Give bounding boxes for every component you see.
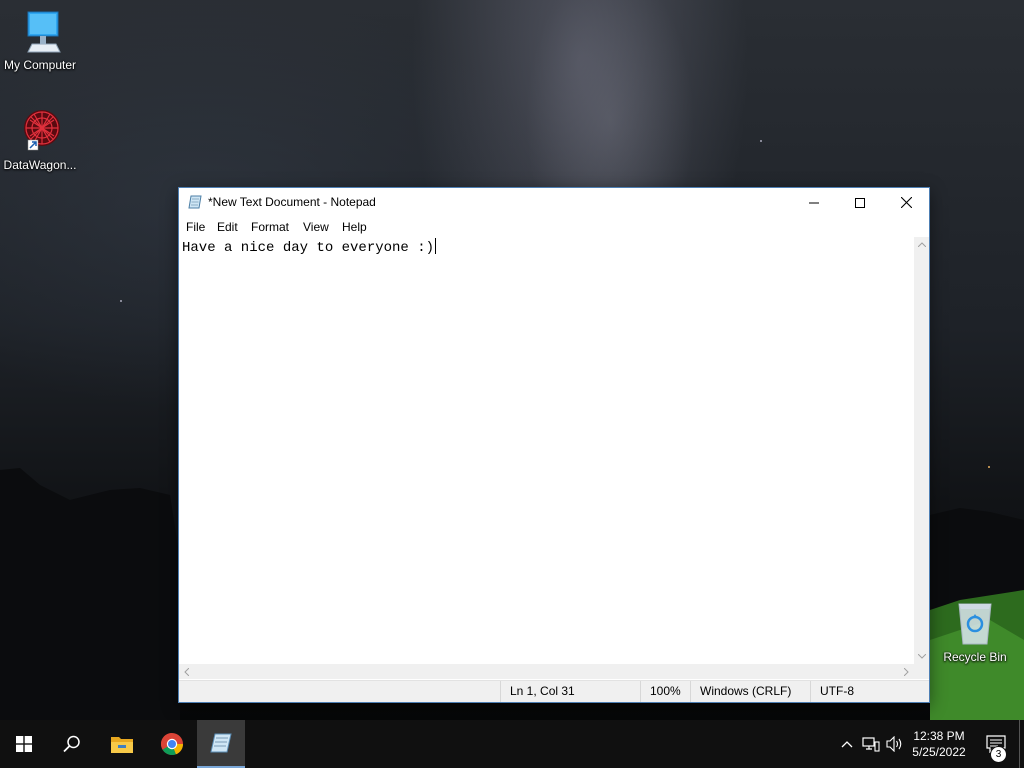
editor-content-line: Have a nice day to everyone :) bbox=[182, 238, 437, 257]
editor-text: Have a nice day to everyone :) bbox=[182, 240, 435, 256]
start-icon bbox=[16, 736, 32, 752]
show-hidden-icons-button[interactable] bbox=[837, 734, 857, 754]
notification-count-badge: 3 bbox=[990, 746, 1007, 763]
network-button[interactable] bbox=[861, 734, 881, 754]
status-bar: Ln 1, Col 31 100% Windows (CRLF) UTF-8 bbox=[179, 680, 929, 702]
datawagon-app-icon bbox=[24, 110, 60, 151]
menu-help[interactable]: Help bbox=[342, 220, 367, 234]
desktop-icon-my-computer[interactable]: My Computer bbox=[0, 8, 80, 72]
clock-date: 5/25/2022 bbox=[912, 745, 966, 759]
clock-time: 12:38 PM bbox=[913, 729, 965, 743]
chevron-right-icon bbox=[904, 667, 909, 676]
speaker-icon bbox=[886, 736, 902, 752]
taskbar-clock[interactable]: 12:38 PM 5/25/2022 bbox=[908, 728, 970, 760]
chevron-down-icon bbox=[917, 654, 926, 659]
minimize-button[interactable] bbox=[791, 188, 837, 217]
notepad-window: *New Text Document - Notepad File Edit F… bbox=[178, 187, 930, 703]
network-icon bbox=[862, 737, 880, 752]
menu-bar: File Edit Format View Help bbox=[179, 217, 929, 237]
file-explorer-icon bbox=[111, 737, 133, 753]
scroll-up-button[interactable] bbox=[914, 237, 929, 252]
scroll-right-button[interactable] bbox=[899, 664, 914, 679]
scroll-down-button[interactable] bbox=[914, 649, 929, 664]
computer-icon bbox=[27, 11, 61, 53]
status-encoding: UTF-8 bbox=[810, 681, 929, 702]
file-explorer-button[interactable] bbox=[98, 720, 146, 768]
maximize-icon bbox=[855, 197, 865, 208]
taskbar: 12:38 PM 5/25/2022 3 bbox=[0, 720, 1024, 768]
menu-format[interactable]: Format bbox=[251, 220, 289, 234]
start-button[interactable] bbox=[0, 720, 48, 768]
menu-edit[interactable]: Edit bbox=[217, 220, 238, 234]
notepad-icon bbox=[210, 733, 232, 753]
horizontal-scrollbar[interactable] bbox=[179, 664, 914, 679]
desktop-icon-label: DataWagon... bbox=[3, 158, 77, 172]
star bbox=[760, 140, 762, 142]
recycle-bin-icon bbox=[958, 603, 992, 645]
window-title: *New Text Document - Notepad bbox=[208, 195, 376, 209]
search-icon bbox=[63, 735, 80, 753]
search-button[interactable] bbox=[48, 720, 96, 768]
notepad-icon bbox=[188, 194, 204, 213]
chevron-up-icon bbox=[841, 741, 853, 748]
desktop-icon-label: Recycle Bin bbox=[943, 650, 1007, 664]
scrollbar-corner bbox=[914, 664, 929, 679]
chevron-up-icon bbox=[917, 242, 926, 247]
minimize-icon bbox=[809, 202, 819, 203]
maximize-button[interactable] bbox=[837, 188, 883, 217]
desktop-icon-label: My Computer bbox=[3, 58, 77, 72]
show-desktop-button[interactable] bbox=[1019, 720, 1024, 768]
menu-file[interactable]: File bbox=[186, 220, 205, 234]
chrome-icon bbox=[161, 733, 184, 756]
title-bar[interactable]: *New Text Document - Notepad bbox=[179, 188, 929, 217]
status-zoom: 100% bbox=[640, 681, 690, 702]
desktop-icon-recycle-bin[interactable]: Recycle Bin bbox=[935, 600, 1015, 664]
chevron-left-icon bbox=[184, 667, 189, 676]
vertical-scrollbar[interactable] bbox=[914, 237, 929, 664]
close-button[interactable] bbox=[883, 188, 929, 217]
desktop-icon-datawagon[interactable]: DataWagon... bbox=[0, 106, 80, 172]
status-line-ending: Windows (CRLF) bbox=[690, 681, 810, 702]
star bbox=[120, 300, 122, 302]
notepad-taskbar-button[interactable] bbox=[197, 720, 245, 768]
status-cursor-position: Ln 1, Col 31 bbox=[500, 681, 640, 702]
text-caret bbox=[435, 238, 437, 254]
close-icon bbox=[900, 197, 912, 208]
scroll-left-button[interactable] bbox=[179, 664, 194, 679]
volume-button[interactable] bbox=[885, 734, 905, 754]
text-editor[interactable]: Have a nice day to everyone :) bbox=[179, 237, 914, 664]
chrome-button[interactable] bbox=[148, 720, 196, 768]
menu-view[interactable]: View bbox=[303, 220, 329, 234]
